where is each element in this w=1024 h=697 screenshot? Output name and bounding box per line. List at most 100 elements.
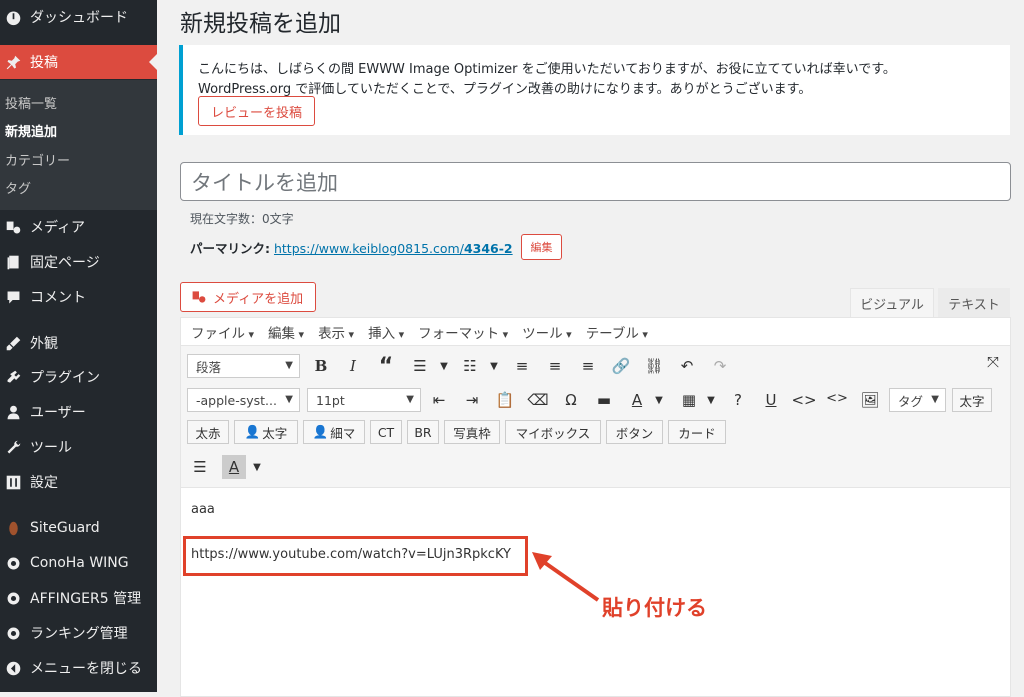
add-media-label: メディアを追加: [213, 291, 304, 307]
avatar-bold-button[interactable]: 👤 太字: [234, 420, 298, 444]
menu-comments[interactable]: コメント: [0, 280, 157, 314]
text-color-icon[interactable]: A: [625, 388, 649, 412]
review-button[interactable]: レビューを投稿: [198, 96, 315, 126]
submenu-add-new[interactable]: 新規追加: [5, 121, 57, 140]
youtube-url: https://www.youtube.com/watch?v=LUjn3Rpk…: [191, 547, 511, 562]
fullscreen-icon[interactable]: ⤧: [981, 350, 1005, 374]
image-icon[interactable]: 🖼: [858, 388, 882, 412]
notice-line-2: WordPress.org で評価していただくことで、プラグイン改善の助けになり…: [198, 82, 812, 97]
menu-posts[interactable]: 投稿: [0, 45, 157, 79]
menu-conoha[interactable]: ConoHa WING: [0, 546, 157, 580]
bold-button[interactable]: B: [309, 354, 333, 378]
siteguard-icon: [4, 519, 22, 537]
menu-format[interactable]: フォーマット: [418, 322, 508, 342]
brush-icon: [4, 334, 22, 352]
font-size-value: 11pt: [316, 392, 345, 408]
eraser-icon[interactable]: ⌫: [526, 388, 550, 412]
horizontal-rule-icon[interactable]: ▬: [592, 388, 616, 412]
photo-frame-button[interactable]: 写真枠: [444, 420, 500, 444]
avatar-icon: 👤: [244, 424, 261, 439]
bullet-list-icon[interactable]: ☰: [408, 354, 432, 378]
omega-icon[interactable]: Ω: [559, 388, 583, 412]
code-icon[interactable]: <>: [791, 388, 816, 412]
menu-plugins[interactable]: プラグイン: [0, 360, 157, 394]
italic-button[interactable]: I: [341, 354, 365, 378]
menu-collapse[interactable]: メニューを閉じる: [0, 651, 157, 685]
font-family-select[interactable]: -apple-syst... ▼: [187, 388, 300, 412]
mybox-button[interactable]: マイボックス: [505, 420, 601, 444]
bg-color-icon[interactable]: A: [222, 455, 246, 479]
menu-siteguard[interactable]: SiteGuard: [0, 511, 157, 545]
underline-icon[interactable]: U: [759, 388, 783, 412]
menu-users[interactable]: ユーザー: [0, 395, 157, 429]
user-icon: [4, 403, 22, 421]
submenu-categories[interactable]: カテゴリー: [5, 150, 70, 169]
bold-red-button[interactable]: 太赤: [187, 420, 229, 444]
menu-tools[interactable]: ツール: [522, 322, 572, 342]
align-center-icon[interactable]: ≡: [543, 354, 567, 378]
dashboard-icon: [4, 8, 22, 26]
avatar-thin-button[interactable]: 👤 細マ: [303, 420, 365, 444]
add-media-button[interactable]: メディアを追加: [180, 282, 316, 312]
pages-icon: [4, 253, 22, 271]
submenu-all-posts[interactable]: 投稿一覧: [5, 93, 57, 112]
redo-icon[interactable]: ↷: [708, 354, 732, 378]
menu-appearance[interactable]: 外観: [0, 326, 157, 360]
menu-posts-label: 投稿: [30, 55, 58, 71]
table-icon[interactable]: ▦: [677, 388, 701, 412]
post-title-input[interactable]: タイトルを追加: [180, 162, 1011, 201]
help-icon[interactable]: ?: [726, 388, 750, 412]
button-button[interactable]: ボタン: [606, 420, 663, 444]
paste-text-icon[interactable]: 📋: [493, 388, 517, 412]
gear-icon: [4, 554, 22, 572]
chevron-down-icon[interactable]: ▼: [699, 388, 723, 412]
settings-icon: [4, 473, 22, 491]
bold-text-button[interactable]: 太字: [952, 388, 992, 412]
chevron-down-icon[interactable]: ▼: [482, 354, 506, 378]
link-icon[interactable]: 🔗: [609, 354, 633, 378]
page-title: 新規投稿を追加: [180, 11, 341, 37]
tab-text[interactable]: テキスト: [938, 288, 1010, 318]
tab-visual[interactable]: ビジュアル: [850, 288, 934, 318]
menu-settings[interactable]: 設定: [0, 465, 157, 499]
menu-edit[interactable]: 編集: [268, 322, 304, 342]
font-size-select[interactable]: 11pt ▼: [307, 388, 421, 412]
undo-icon[interactable]: ↶: [675, 354, 699, 378]
permalink-url[interactable]: https://www.keiblog0815.com/4346-2: [274, 241, 513, 256]
ct-button[interactable]: CT: [370, 420, 402, 444]
menu-tools-label: ツール: [30, 440, 72, 456]
justify-icon[interactable]: ☰: [188, 455, 212, 479]
chevron-down-icon[interactable]: ▼: [647, 388, 671, 412]
menu-view[interactable]: 表示: [318, 322, 354, 342]
menu-affinger[interactable]: AFFINGER5 管理: [0, 581, 157, 615]
notice-line-1: こんにちは、しばらくの間 EWWW Image Optimizer をご使用いた…: [198, 62, 896, 77]
menu-file[interactable]: ファイル: [191, 322, 254, 342]
br-button[interactable]: BR: [407, 420, 439, 444]
unlink-icon[interactable]: ⛓: [642, 354, 666, 378]
align-left-icon[interactable]: ≡: [510, 354, 534, 378]
tag-select[interactable]: タグ ▼: [889, 388, 946, 412]
plugin-icon: [4, 368, 22, 386]
menu-ranking[interactable]: ランキング管理: [0, 616, 157, 650]
menu-table[interactable]: テーブル: [586, 322, 648, 342]
indent-icon[interactable]: ⇥: [460, 388, 484, 412]
permalink-edit-button[interactable]: 編集: [521, 234, 562, 260]
code-inline-icon[interactable]: <>: [825, 386, 849, 410]
menu-media[interactable]: メディア: [0, 210, 157, 244]
format-select[interactable]: 段落 ▼: [187, 354, 300, 378]
submenu-tags[interactable]: タグ: [5, 178, 31, 197]
editor-menubar: ファイル 編集 表示 挿入 フォーマット ツール テーブル: [181, 318, 1010, 346]
align-right-icon[interactable]: ≡: [576, 354, 600, 378]
quote-icon[interactable]: “: [374, 354, 398, 379]
outdent-icon[interactable]: ⇤: [427, 388, 451, 412]
annotation-text: 貼り付ける: [602, 596, 707, 620]
chevron-down-icon[interactable]: ▼: [432, 354, 456, 378]
numbered-list-icon[interactable]: ☷: [458, 354, 482, 378]
chevron-down-icon: ▼: [285, 394, 293, 405]
card-button[interactable]: カード: [668, 420, 726, 444]
menu-pages[interactable]: 固定ページ: [0, 245, 157, 279]
chevron-down-icon[interactable]: ▼: [245, 455, 269, 479]
menu-dashboard[interactable]: ダッシュボード: [0, 0, 157, 34]
menu-insert[interactable]: 挿入: [368, 322, 404, 342]
menu-tools[interactable]: ツール: [0, 430, 157, 464]
